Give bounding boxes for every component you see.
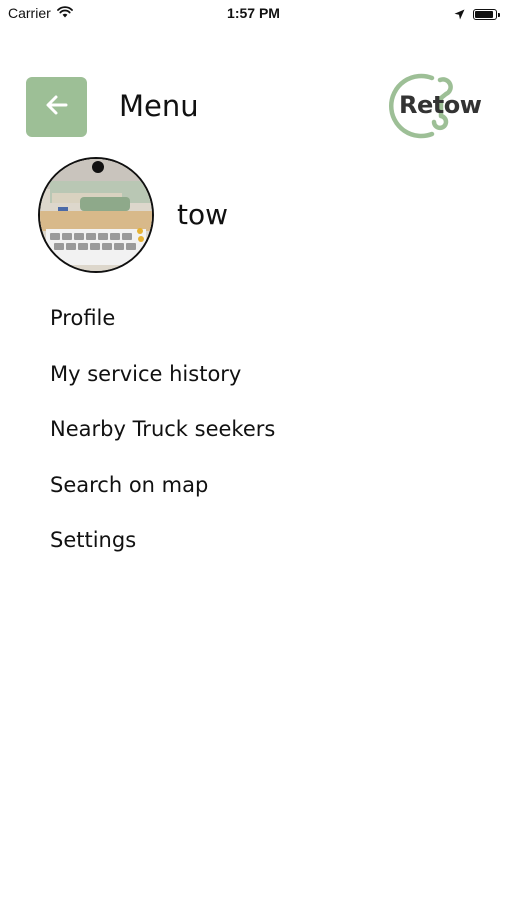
menu-list: Profile My service history Nearby Truck … xyxy=(50,302,275,580)
logo-text: Retow xyxy=(399,91,482,119)
menu-item-nearby-truck-seekers[interactable]: Nearby Truck seekers xyxy=(50,413,275,469)
menu-item-profile[interactable]: Profile xyxy=(50,302,275,358)
status-right-group xyxy=(454,5,500,24)
menu-item-settings[interactable]: Settings xyxy=(50,524,275,580)
battery-fill xyxy=(475,11,493,18)
location-arrow-icon xyxy=(454,5,465,24)
battery-icon xyxy=(473,9,500,20)
menu-item-search-on-map[interactable]: Search on map xyxy=(50,469,275,525)
brand-logo: Retow xyxy=(386,72,486,140)
arrow-left-icon xyxy=(45,94,69,120)
avatar-photo xyxy=(40,159,152,271)
status-time: 1:57 PM xyxy=(227,5,280,21)
menu-item-service-history[interactable]: My service history xyxy=(50,358,275,414)
page-title: Menu xyxy=(119,89,199,123)
battery-cap xyxy=(498,12,500,17)
profile-name: tow xyxy=(177,198,229,231)
status-bar: Carrier 1:57 PM xyxy=(0,0,507,30)
avatar[interactable] xyxy=(38,157,154,273)
back-button[interactable] xyxy=(26,77,87,137)
